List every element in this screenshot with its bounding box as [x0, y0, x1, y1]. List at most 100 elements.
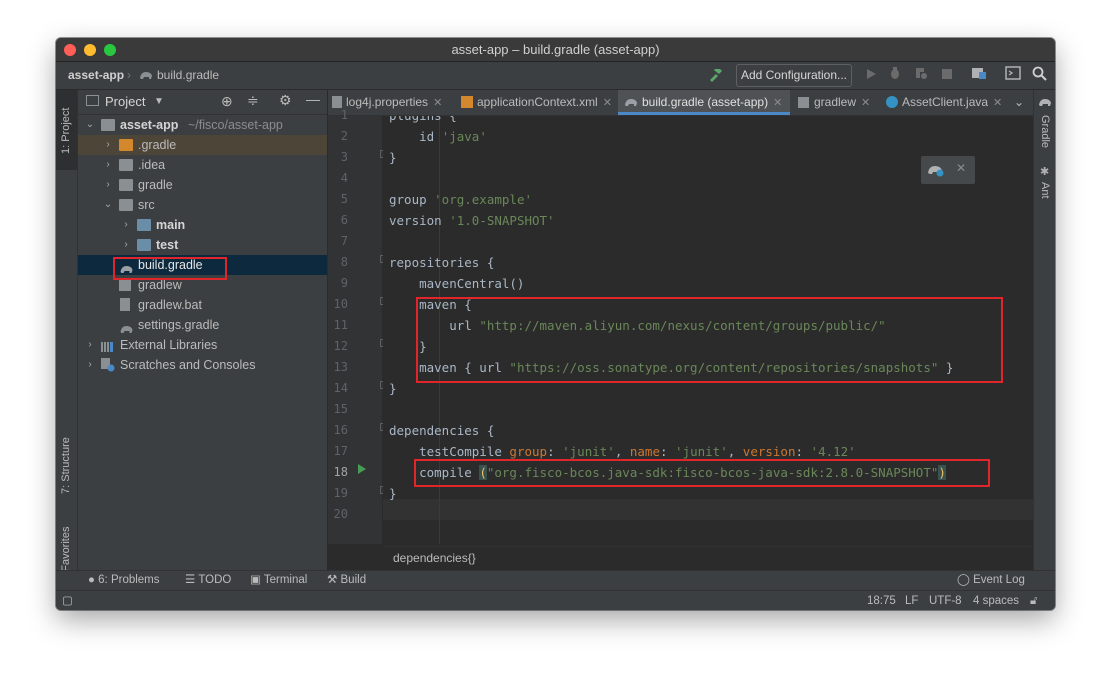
file-encoding[interactable]: UTF-8: [929, 592, 962, 610]
close-icon[interactable]: ✕: [603, 97, 612, 109]
chevron-right-icon[interactable]: ›: [102, 155, 114, 175]
toggle-tool-windows-icon[interactable]: ▢: [62, 592, 73, 610]
ide-window: asset-app – build.gradle (asset-app) ass…: [56, 38, 1055, 610]
tree-item-gradle-dir[interactable]: › .gradle: [78, 135, 327, 155]
lock-icon[interactable]: 🔓︎: [1030, 592, 1037, 610]
close-icon[interactable]: ✕: [773, 97, 782, 109]
terminal-icon[interactable]: [1004, 66, 1022, 84]
project-tool-tab[interactable]: 1: Project: [56, 90, 77, 170]
close-icon[interactable]: ✕: [993, 97, 1002, 109]
folder-icon: [119, 199, 133, 211]
close-icon[interactable]: ✕: [956, 161, 966, 175]
tree-item-src[interactable]: ⌄ src: [78, 195, 327, 215]
minimize-panel-icon[interactable]: —: [306, 91, 320, 107]
line-number: 16: [333, 423, 348, 437]
java-class-icon: [886, 96, 898, 108]
run-icon[interactable]: [862, 66, 880, 84]
code-line-9: mavenCentral(): [389, 276, 525, 291]
line-number: 19: [333, 486, 348, 500]
folder-icon: [119, 139, 133, 151]
hammer-icon[interactable]: [706, 66, 724, 84]
line-number-current: 18: [333, 465, 348, 479]
gradle-reload-icon[interactable]: [927, 163, 945, 180]
coverage-icon[interactable]: [912, 66, 930, 84]
tree-item-test[interactable]: › test: [78, 235, 327, 255]
project-structure-icon[interactable]: [970, 66, 988, 84]
terminal-tool-button[interactable]: ▣ Terminal: [250, 571, 307, 590]
structure-tool-tab[interactable]: 7: Structure: [56, 426, 77, 506]
search-icon[interactable]: [1030, 66, 1048, 84]
chevron-right-icon[interactable]: ›: [120, 235, 132, 255]
project-panel: Project ▼ ⊕ ≑ ⚙ — ⌄ asset-app ~/fisco/as…: [78, 90, 328, 570]
line-separator[interactable]: LF: [905, 592, 918, 610]
folder-icon: [119, 179, 133, 191]
chevron-down-icon[interactable]: ⌄: [1014, 90, 1024, 115]
line-number: 11: [333, 318, 348, 332]
tree-item-gradle[interactable]: › gradle: [78, 175, 327, 195]
project-panel-title[interactable]: Project: [105, 90, 145, 114]
indent-setting[interactable]: 4 spaces: [973, 592, 1019, 610]
code-line-6: version '1.0-SNAPSHOT': [389, 213, 555, 228]
line-number: 10: [333, 297, 348, 311]
zoom-window-button[interactable]: [104, 44, 116, 56]
gradle-tool-tab[interactable]: Gradle: [1034, 112, 1055, 152]
caret-position[interactable]: 18:75: [867, 592, 896, 610]
tab-gradlew[interactable]: gradlew ✕: [798, 90, 873, 115]
tree-item-idea[interactable]: › .idea: [78, 155, 327, 175]
build-tool-button[interactable]: ⚒ Build: [327, 571, 366, 590]
script-file-icon: [119, 279, 131, 291]
run-gutter-icon[interactable]: [358, 464, 366, 474]
tree-item-main[interactable]: › main: [78, 215, 327, 235]
breadcrumb-dependencies[interactable]: dependencies{}: [393, 547, 476, 569]
line-number: 1: [340, 108, 348, 122]
close-icon[interactable]: ✕: [861, 97, 870, 109]
chevron-right-icon[interactable]: ›: [102, 175, 114, 195]
chevron-right-icon[interactable]: ›: [84, 355, 96, 375]
chevron-down-icon[interactable]: ▼: [154, 90, 164, 114]
status-bar: ▢ 18:75 LF UTF-8 4 spaces 🔓︎: [56, 590, 1055, 610]
tab-application-context[interactable]: applicationContext.xml ✕: [461, 90, 622, 115]
tree-item-gradlew-bat[interactable]: gradlew.bat: [78, 295, 327, 315]
current-line-highlight: [383, 499, 1033, 520]
gradle-elephant-icon: [119, 320, 133, 333]
problems-tool-button[interactable]: ● 6: Problems: [88, 571, 160, 590]
locate-icon[interactable]: ⊕: [221, 93, 233, 110]
nav-project-crumb[interactable]: asset-app: [68, 62, 124, 89]
navigation-bar: asset-app › build.gradle Add Configurati…: [56, 62, 1055, 90]
chevron-down-icon[interactable]: ⌄: [102, 195, 114, 215]
close-icon[interactable]: ✕: [433, 97, 442, 109]
tab-log4j-properties[interactable]: log4j.properties ✕: [332, 90, 455, 115]
tree-item-scratches[interactable]: › Scratches and Consoles: [78, 355, 327, 375]
close-window-button[interactable]: [64, 44, 76, 56]
tree-item-settings-gradle[interactable]: settings.gradle: [78, 315, 327, 335]
chevron-right-icon[interactable]: ›: [120, 215, 132, 235]
tree-item-external-libraries[interactable]: › External Libraries: [78, 335, 327, 355]
line-number: 4: [340, 171, 348, 185]
tab-build-gradle[interactable]: build.gradle (asset-app) ✕: [618, 90, 790, 115]
line-number: 5: [340, 192, 348, 206]
add-configuration-button[interactable]: Add Configuration...: [736, 64, 852, 87]
todo-tool-button[interactable]: ☰ TODO: [185, 571, 231, 590]
stop-icon[interactable]: [938, 66, 956, 84]
code-line-14: }: [389, 381, 397, 396]
debug-icon[interactable]: [886, 66, 904, 84]
chevron-right-icon[interactable]: ›: [84, 335, 96, 355]
chevron-right-icon[interactable]: ›: [102, 135, 114, 155]
code-line-5: group 'org.example': [389, 192, 532, 207]
highlight-box-compile-dependency: [414, 459, 990, 487]
nav-file-crumb[interactable]: build.gradle: [157, 62, 219, 89]
event-log-button[interactable]: ◯ Event Log: [957, 571, 1025, 590]
window-title: asset-app – build.gradle (asset-app): [451, 42, 660, 57]
source-folder-icon: [137, 219, 151, 231]
ant-tool-tab[interactable]: Ant: [1034, 178, 1055, 202]
gear-icon[interactable]: ⚙: [279, 92, 292, 109]
text-file-icon: [120, 298, 130, 311]
minimize-window-button[interactable]: [84, 44, 96, 56]
tree-item-asset-app[interactable]: ⌄ asset-app ~/fisco/asset-app: [78, 115, 327, 135]
highlight-box-build-gradle: [113, 257, 227, 280]
collapse-all-icon[interactable]: ≑: [247, 92, 259, 109]
chevron-down-icon[interactable]: ⌄: [84, 115, 96, 135]
folder-icon: [119, 159, 133, 171]
highlight-box-maven-repos: [416, 297, 1003, 383]
tab-asset-client[interactable]: AssetClient.java ✕: [886, 90, 1011, 115]
